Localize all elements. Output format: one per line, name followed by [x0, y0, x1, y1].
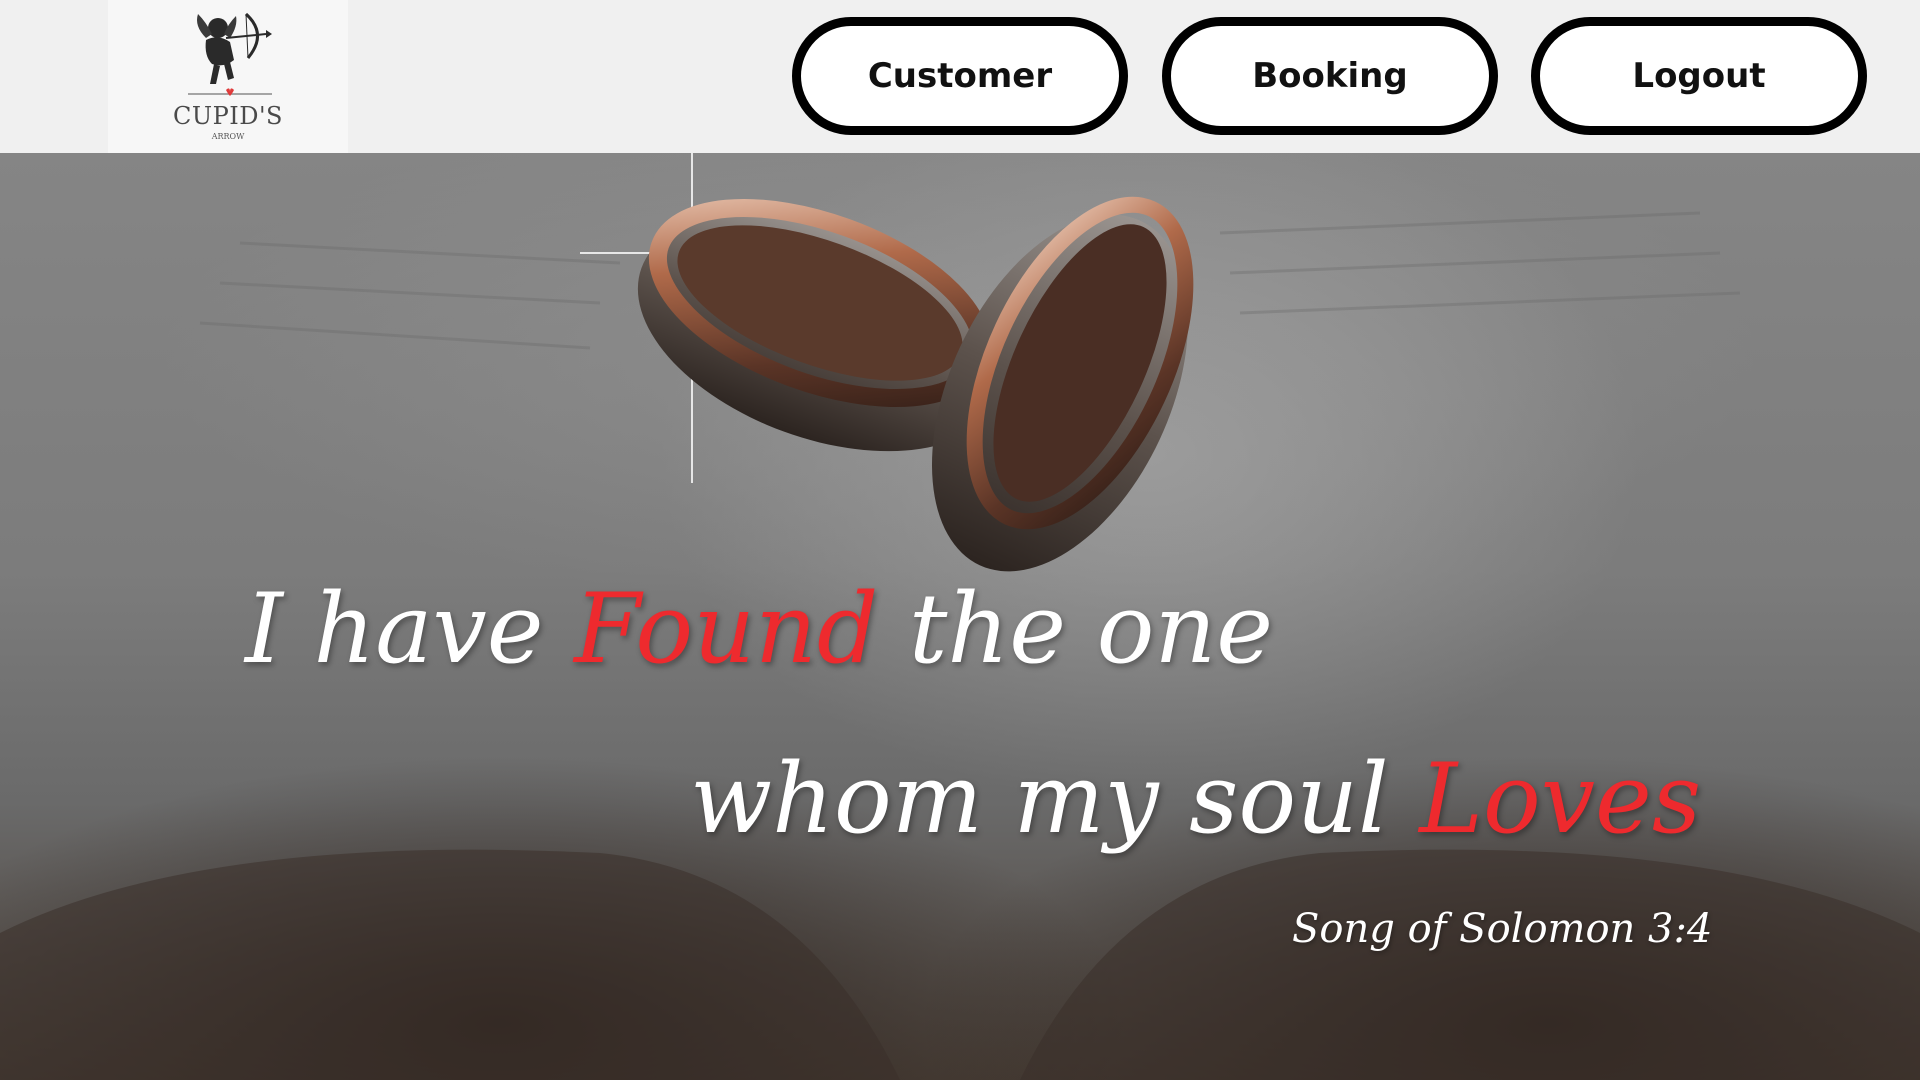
hero-banner: I have Found the one whom my soul Loves … — [0, 153, 1920, 1080]
quote-line-1: I have Found the one — [245, 573, 1273, 685]
quote-accent-found: Found — [574, 573, 879, 685]
top-navigation-bar: CUPID'S ARROW Customer Booking Logout — [0, 0, 1920, 153]
quote-line-1-start: I have — [245, 573, 575, 685]
quote-accent-loves: Loves — [1419, 743, 1702, 855]
booking-button[interactable]: Booking — [1162, 17, 1498, 135]
cupid-icon — [188, 12, 272, 96]
scripture-citation: Song of Solomon 3:4 — [1292, 906, 1713, 952]
customer-button[interactable]: Customer — [792, 17, 1128, 135]
logout-button[interactable]: Logout — [1531, 17, 1867, 135]
logo-name: CUPID'S — [173, 102, 283, 130]
quote-line-2: whom my soul Loves — [690, 743, 1701, 855]
logo-tagline: ARROW — [211, 132, 245, 141]
quote-line-2-start: whom my soul — [690, 743, 1420, 855]
page: CUPID'S ARROW Customer Booking Logout I … — [0, 0, 1920, 1080]
quote-line-1-end: the one — [878, 573, 1274, 685]
site-logo[interactable]: CUPID'S ARROW — [108, 0, 348, 153]
